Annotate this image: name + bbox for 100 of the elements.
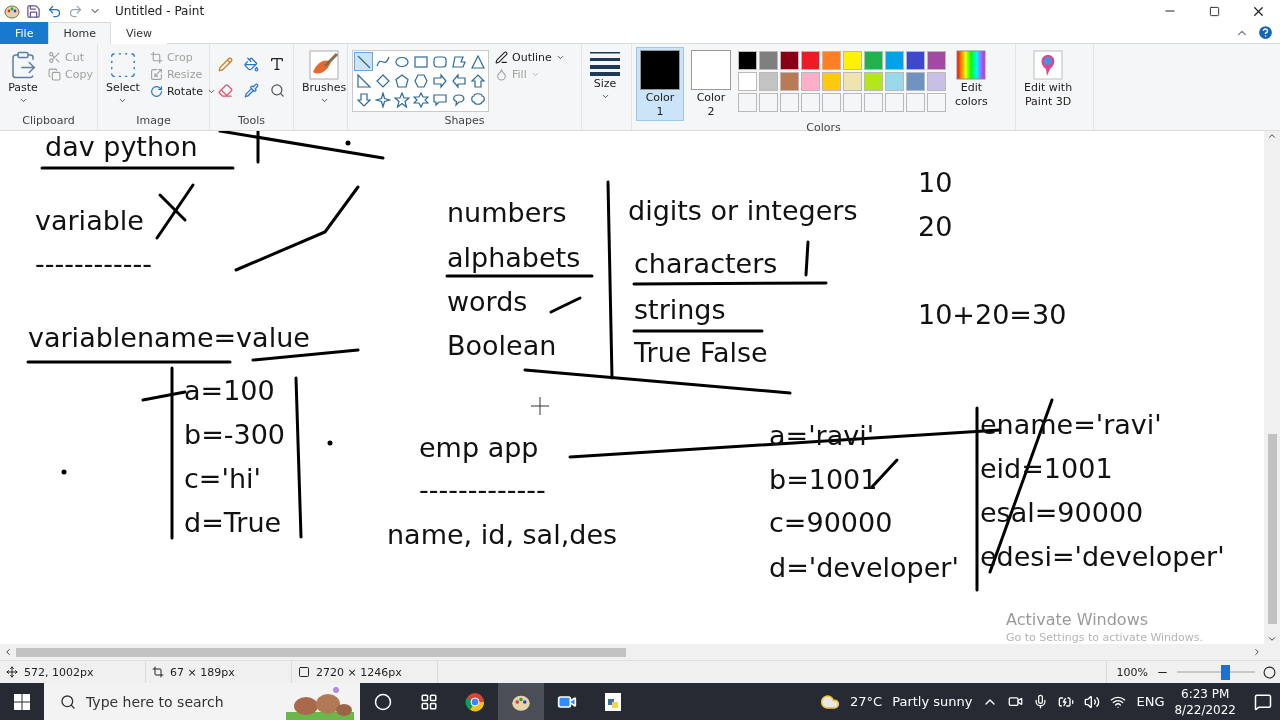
handwritten-text: ------------ — [35, 247, 152, 281]
color-swatch[interactable] — [780, 72, 799, 91]
scrollbar-thumb[interactable] — [16, 647, 626, 657]
restore-icon — [1208, 5, 1220, 17]
empty-swatch[interactable] — [822, 93, 841, 112]
clock-time[interactable]: 6:23 PM — [1181, 685, 1230, 702]
scrollbar-thumb[interactable] — [1267, 434, 1277, 624]
color-swatch[interactable] — [927, 51, 946, 70]
shape-icon — [431, 91, 448, 108]
scroll-right-icon[interactable] — [1252, 647, 1262, 657]
fill-bucket-icon[interactable] — [243, 56, 259, 72]
text-tool-icon[interactable] — [269, 56, 285, 72]
caret-icon — [600, 92, 610, 101]
shape-option[interactable] — [430, 71, 449, 90]
color-swatch[interactable] — [738, 72, 757, 91]
shape-icon — [374, 91, 391, 108]
select-button[interactable]: Select — [102, 47, 144, 114]
help-icon[interactable] — [1257, 24, 1274, 41]
handwritten-text: c=90000 — [769, 506, 893, 540]
camera-icon[interactable] — [1008, 694, 1024, 709]
paint-app-button[interactable] — [498, 683, 544, 720]
scroll-down-icon[interactable] — [1267, 634, 1277, 644]
color-swatch[interactable] — [906, 51, 925, 70]
color-swatch[interactable] — [801, 72, 820, 91]
color-swatch[interactable] — [759, 51, 778, 70]
palette-icon[interactable] — [4, 3, 20, 19]
color-swatch[interactable] — [759, 72, 778, 91]
empty-swatch[interactable] — [759, 93, 778, 112]
selection-icon — [152, 666, 164, 678]
caret-icon — [530, 70, 540, 79]
size-button[interactable]: Size — [586, 47, 624, 130]
paste-button[interactable]: Paste — [4, 47, 42, 114]
handwritten-text: numbers — [447, 196, 567, 230]
empty-swatch[interactable] — [780, 93, 799, 112]
color-swatch[interactable] — [843, 51, 862, 70]
empty-swatch[interactable] — [738, 93, 757, 112]
empty-swatch[interactable] — [927, 93, 946, 112]
color-button[interactable]: Color 1 — [636, 47, 684, 121]
group-label: Shapes — [443, 114, 486, 129]
color-swatch[interactable] — [906, 72, 925, 91]
color-swatch[interactable] — [927, 72, 946, 91]
shape-icon — [412, 53, 429, 70]
color-swatch[interactable] — [780, 51, 799, 70]
magnifier-icon[interactable] — [269, 82, 285, 98]
color-picker-icon[interactable] — [243, 82, 259, 98]
handwritten-text: b=1001 — [769, 463, 878, 497]
color-swatch[interactable] — [822, 72, 841, 91]
shape-option[interactable] — [354, 52, 373, 71]
shape-option[interactable] — [373, 90, 392, 109]
droplet-icon — [495, 68, 508, 81]
shape-option[interactable] — [354, 71, 373, 90]
undo-icon[interactable] — [47, 3, 62, 19]
microphone-icon[interactable] — [1033, 694, 1049, 709]
shape-option[interactable] — [392, 90, 411, 109]
empty-swatch[interactable] — [906, 93, 925, 112]
edit-colors-button[interactable]: Edit colors — [951, 47, 992, 121]
slider-thumb[interactable] — [1221, 664, 1231, 680]
outline-button[interactable]: Outline — [495, 51, 565, 64]
color-swatch[interactable] — [885, 72, 904, 91]
handwritten-text: c='hi' — [184, 462, 261, 496]
shape-icon — [374, 72, 391, 89]
color-swatch[interactable] — [843, 72, 862, 91]
file-menu[interactable]: File — [0, 22, 49, 44]
empty-swatch[interactable] — [864, 93, 883, 112]
file-icon — [604, 691, 622, 712]
ribbon-tab[interactable]: Home — [48, 22, 111, 44]
color-swatch[interactable] — [738, 51, 757, 70]
scroll-left-icon[interactable] — [3, 647, 13, 657]
color-swatch[interactable] — [864, 72, 883, 91]
pen-icon — [495, 51, 508, 64]
eraser-icon[interactable] — [217, 82, 233, 98]
group-label: Image — [135, 114, 172, 129]
volume-icon[interactable] — [1084, 693, 1101, 710]
color-swatch[interactable] — [822, 51, 841, 70]
empty-swatch[interactable] — [801, 93, 820, 112]
caret-icon — [18, 96, 28, 105]
notifications-icon[interactable] — [1254, 692, 1272, 711]
save-icon[interactable] — [26, 3, 41, 19]
clock-date[interactable]: 8/22/2022 — [1174, 701, 1236, 718]
brushes-button[interactable]: Brushes — [298, 47, 351, 130]
empty-swatch[interactable] — [843, 93, 862, 112]
color-swatch[interactable] — [801, 51, 820, 70]
shape-option[interactable] — [411, 90, 430, 109]
color-button[interactable]: Color 2 — [687, 47, 735, 121]
resize-icon — [149, 68, 163, 81]
color-swatch[interactable] — [885, 51, 904, 70]
rotate-button[interactable]: Rotate — [149, 85, 216, 98]
empty-swatch[interactable] — [885, 93, 904, 112]
pencil-icon[interactable] — [217, 56, 233, 72]
shape-icon — [393, 72, 410, 89]
redo-icon[interactable] — [68, 3, 83, 19]
taskbar-search-field[interactable]: Type here to search — [44, 683, 360, 720]
scroll-up-icon[interactable] — [1267, 131, 1277, 141]
shape-icon — [412, 91, 429, 108]
language-indicator[interactable]: ENG — [1136, 694, 1165, 709]
shape-option[interactable] — [354, 90, 373, 109]
zoom-in-icon[interactable] — [1263, 665, 1276, 679]
windows-icon — [14, 693, 30, 710]
color-swatch[interactable] — [864, 51, 883, 70]
paint-3d-button[interactable]: Edit with Paint 3D — [1020, 47, 1077, 130]
